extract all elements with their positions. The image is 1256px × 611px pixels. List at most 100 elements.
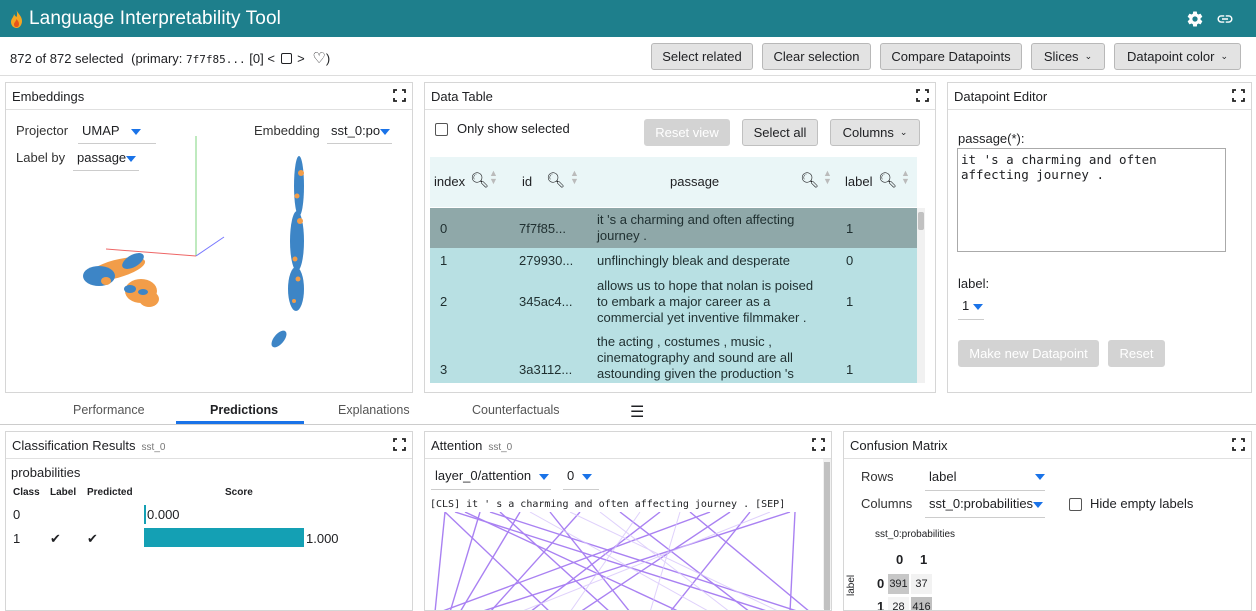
maximize-icon[interactable] — [1232, 438, 1245, 451]
matrix-cell[interactable]: 28 — [888, 597, 909, 610]
hide-empty-labels-checkbox[interactable] — [1069, 498, 1082, 511]
prev-datapoint-icon[interactable]: < — [267, 51, 275, 66]
matrix-cell[interactable]: 416 — [911, 597, 932, 610]
select-related-button[interactable]: Select related — [651, 43, 753, 70]
head-select[interactable]: 0 — [567, 468, 592, 483]
only-show-selected-checkbox[interactable] — [435, 123, 448, 136]
row0-score: 0.000 — [147, 507, 180, 522]
menu-hamburger-icon[interactable]: ☰ — [630, 402, 644, 422]
favorite-heart-icon[interactable]: ♡ — [312, 50, 325, 67]
embedding-scatter-plot[interactable] — [6, 111, 410, 393]
col-header-index[interactable]: index — [434, 174, 465, 189]
label-select-value: 1 — [962, 298, 970, 313]
scrollbar-thumb[interactable] — [918, 212, 924, 230]
maximize-icon[interactable] — [812, 438, 825, 451]
attention-scrollbar[interactable] — [823, 459, 831, 610]
select-all-button[interactable]: Select all — [742, 119, 818, 146]
search-icon[interactable]: 🔍︎ — [800, 171, 819, 189]
col-header-passage[interactable]: passage — [670, 174, 719, 189]
locate-icon[interactable] — [280, 53, 292, 64]
layer-select[interactable]: layer_0/attention — [435, 468, 549, 483]
settings-gear-icon[interactable] — [1186, 10, 1204, 28]
table-row[interactable]: 1 279930... unflinchingly bleak and desp… — [430, 248, 917, 272]
datapoint-editor-panel: Datapoint Editor passage(*): it 's a cha… — [947, 82, 1252, 393]
sort-icon[interactable]: ▲ ▼ — [489, 169, 498, 186]
rows-select[interactable]: label — [929, 469, 1045, 484]
row1-predicted-check: ✔ — [87, 531, 98, 546]
cell-id: 7f7f85... — [519, 221, 566, 236]
cell-passage-line: to embark a major career as a — [597, 294, 771, 309]
panel-header: Datapoint Editor — [948, 83, 1251, 110]
cell-passage-line: journey . — [597, 228, 647, 243]
link-icon[interactable] — [1216, 10, 1234, 28]
search-icon[interactable]: 🔍︎ — [878, 171, 897, 189]
cell-passage-line: astounding given the production 's — [597, 366, 794, 381]
cell-index: 3 — [440, 362, 448, 377]
cell-index: 2 — [440, 294, 448, 309]
clear-selection-button[interactable]: Clear selection — [762, 43, 871, 70]
datapoint-color-button[interactable]: Datapoint color ⌄ — [1114, 43, 1241, 70]
probabilities-heading: probabilities — [11, 465, 81, 480]
matrix-col-header: 0 — [896, 552, 904, 567]
columns-button[interactable]: Columns ⌄ — [830, 119, 920, 146]
cell-passage-line: cinematography and sound are all — [597, 350, 793, 365]
cluster-right — [271, 156, 304, 348]
tab-explanations[interactable]: Explanations — [338, 403, 410, 417]
maximize-icon[interactable] — [916, 89, 929, 102]
columns-label: Columns — [842, 125, 894, 140]
next-datapoint-icon[interactable]: > — [297, 51, 305, 66]
search-icon[interactable]: 🔍︎ — [470, 171, 489, 189]
scrollbar-thumb[interactable] — [824, 462, 830, 610]
matrix-cell[interactable]: 391 — [888, 574, 909, 594]
columns-select[interactable]: sst_0:probabilities — [929, 496, 1044, 511]
panel-header: Confusion Matrix — [844, 432, 1251, 459]
col-header-label[interactable]: label — [845, 174, 872, 189]
head-value: 0 — [567, 468, 575, 483]
cell-id: 279930... — [519, 253, 574, 268]
reset-button[interactable]: Reset — [1108, 340, 1165, 367]
make-new-datapoint-button[interactable]: Make new Datapoint — [958, 340, 1099, 367]
panel-header: Embeddings — [6, 83, 412, 110]
cell-passage-line: the acting , costumes , music , — [597, 334, 772, 349]
row1-label-check: ✔ — [50, 531, 61, 546]
panel-header: Attention sst_0 — [425, 432, 831, 459]
table-scrollbar[interactable] — [917, 208, 925, 383]
search-icon[interactable]: 🔍︎ — [546, 171, 565, 189]
hide-empty-labels-label: Hide empty labels — [1090, 496, 1194, 511]
active-tab-indicator — [176, 421, 304, 424]
label-select[interactable]: 1 — [962, 298, 983, 313]
matrix-row-axis-title: label — [846, 574, 857, 596]
slices-button[interactable]: Slices ⌄ — [1031, 43, 1105, 70]
passage-textarea[interactable]: it 's a charming and often affecting jou… — [957, 148, 1226, 252]
selection-count: 872 of 872 selected — [10, 51, 124, 66]
label-field-label: label: — [958, 276, 990, 291]
passage-field-label: passage(*): — [958, 131, 1025, 146]
tab-predictions[interactable]: Predictions — [210, 403, 278, 417]
rows-label: Rows — [861, 469, 894, 484]
cell-label: 1 — [846, 221, 854, 236]
maximize-icon[interactable] — [393, 438, 406, 451]
panel-title: Data Table — [431, 89, 493, 104]
matrix-cell[interactable]: 37 — [911, 574, 932, 594]
sort-icon[interactable]: ▲ ▼ — [823, 169, 832, 186]
reset-view-button[interactable]: Reset view — [644, 119, 730, 146]
sort-icon[interactable]: ▲ ▼ — [901, 169, 910, 186]
panel-title: Classification Results — [12, 438, 136, 453]
compare-datapoints-button[interactable]: Compare Datapoints — [880, 43, 1022, 70]
sort-icon[interactable]: ▲ ▼ — [570, 169, 579, 186]
panel-title: Confusion Matrix — [850, 438, 948, 453]
cell-passage-line: commercial yet inventive filmmaker . — [597, 310, 807, 325]
col-header-id[interactable]: id — [522, 174, 532, 189]
tab-counterfactuals[interactable]: Counterfactuals — [472, 403, 560, 417]
panel-header: Data Table — [425, 83, 935, 110]
maximize-icon[interactable] — [1232, 89, 1245, 102]
matrix-column-axis-title: sst_0:probabilities — [875, 529, 956, 540]
app-title: Language Interpretability Tool — [29, 8, 281, 29]
maximize-icon[interactable] — [393, 89, 406, 102]
table-row[interactable]: 2 345ac4... allows us to hope that nolan… — [430, 272, 917, 328]
table-row[interactable]: 0 7f7f85... it 's a charming and often a… — [430, 208, 917, 248]
datapoint-color-label: Datapoint color — [1127, 49, 1215, 64]
table-row[interactable]: 3 3a3112... the acting , costumes , musi… — [430, 328, 917, 383]
tab-performance[interactable]: Performance — [73, 403, 145, 417]
data-table-panel: Data Table Only show selected Reset view… — [424, 82, 936, 393]
